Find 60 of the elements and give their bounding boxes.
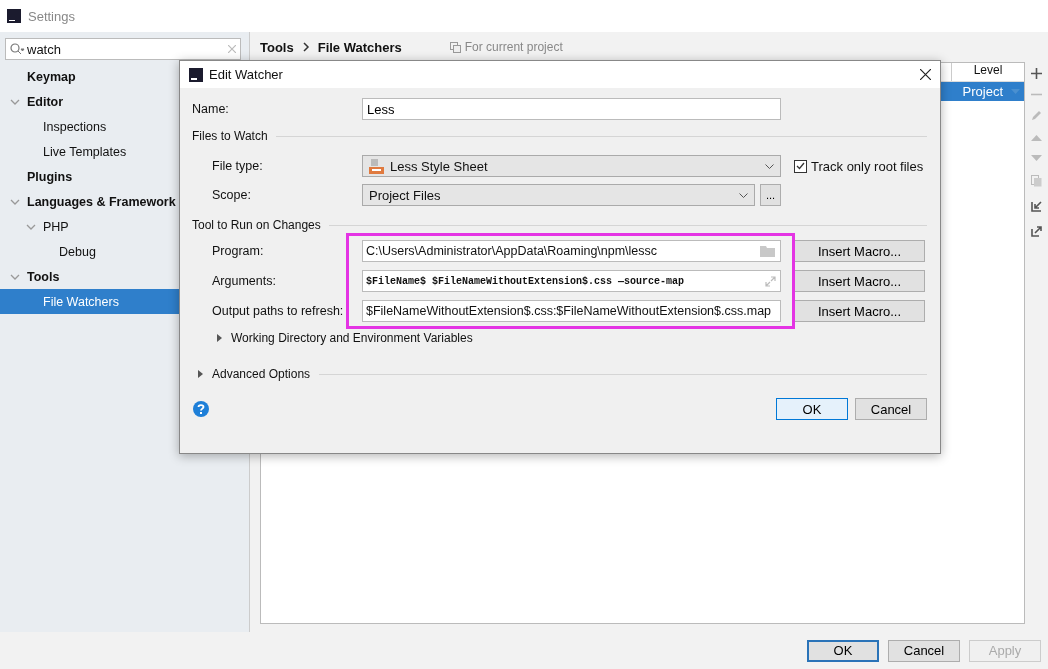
cancel-button[interactable]: Cancel bbox=[888, 639, 960, 662]
chevron-down-icon[interactable] bbox=[10, 274, 20, 280]
expand-icon[interactable] bbox=[765, 275, 776, 287]
checkmark-icon bbox=[796, 162, 805, 170]
insert-macro-button[interactable]: Insert Macro... bbox=[794, 300, 925, 322]
remove-icon[interactable] bbox=[1031, 93, 1042, 96]
track-root-checkbox[interactable]: Track only root files bbox=[794, 158, 924, 174]
chevron-down-icon[interactable] bbox=[10, 99, 20, 105]
name-field[interactable]: Less bbox=[362, 98, 781, 120]
arguments-field[interactable]: $FileName$ $FileNameWithoutExtension$.css —source-map bbox=[362, 270, 781, 292]
add-icon[interactable] bbox=[1031, 68, 1042, 79]
search-icon bbox=[10, 43, 26, 55]
program-field[interactable]: C:\Users\Administrator\AppData\Roaming\npm\lessc bbox=[362, 240, 781, 262]
section-title: Files to Watch bbox=[192, 129, 268, 143]
window-title: Settings bbox=[28, 8, 75, 24]
clear-icon[interactable] bbox=[228, 45, 236, 53]
advanced-options-toggle[interactable]: Advanced Options bbox=[192, 364, 927, 384]
insert-macro-button[interactable]: Insert Macro... bbox=[794, 240, 925, 262]
ok-button[interactable]: OK bbox=[807, 639, 879, 662]
field-label: File type: bbox=[212, 159, 264, 173]
field-label: Scope: bbox=[212, 188, 252, 202]
dialog-title: Edit Watcher bbox=[209, 67, 283, 82]
less-file-icon bbox=[369, 158, 384, 174]
export-icon[interactable] bbox=[1031, 226, 1042, 237]
import-icon[interactable] bbox=[1031, 201, 1042, 212]
search-field[interactable]: watch bbox=[5, 38, 241, 60]
chevron-down-icon[interactable] bbox=[10, 199, 20, 205]
table-row[interactable]: Project bbox=[941, 82, 1024, 101]
move-up-icon[interactable] bbox=[1031, 135, 1042, 141]
scope-note: For current project bbox=[464, 40, 563, 54]
folder-icon[interactable] bbox=[760, 245, 776, 257]
insert-macro-button[interactable]: Insert Macro... bbox=[794, 270, 925, 292]
copy-icon[interactable] bbox=[1031, 175, 1042, 187]
field-label: Program: bbox=[212, 244, 265, 258]
caret-icon bbox=[739, 192, 748, 198]
scope-dropdown[interactable]: Project Files bbox=[362, 184, 755, 206]
field-label: Arguments: bbox=[212, 274, 277, 288]
chevron-right-icon bbox=[301, 42, 310, 52]
table-cell: Project bbox=[962, 84, 1003, 99]
section-title: Tool to Run on Changes bbox=[192, 218, 321, 232]
edit-icon[interactable] bbox=[1031, 110, 1042, 121]
breadcrumb-item: Tools bbox=[260, 39, 294, 55]
browse-button[interactable]: ... bbox=[760, 184, 781, 206]
field-label: Name: bbox=[192, 102, 230, 116]
breadcrumb-item: File Watchers bbox=[317, 39, 402, 55]
dropdown-arrow-icon[interactable] bbox=[1011, 89, 1020, 94]
ok-button[interactable]: OK bbox=[776, 398, 848, 420]
app-logo-icon bbox=[7, 9, 21, 23]
move-down-icon[interactable] bbox=[1031, 155, 1042, 161]
cancel-button[interactable]: Cancel bbox=[855, 398, 927, 420]
chevron-down-icon[interactable] bbox=[26, 224, 36, 230]
copy-icon bbox=[449, 41, 461, 53]
help-icon[interactable] bbox=[193, 401, 209, 417]
working-directory-toggle[interactable]: Working Directory and Environment Variables bbox=[192, 328, 927, 348]
column-header[interactable]: Level bbox=[951, 63, 1024, 81]
close-icon[interactable] bbox=[920, 69, 931, 80]
app-logo-icon bbox=[189, 67, 203, 82]
output-paths-field[interactable]: $FileNameWithoutExtension$.css:$FileNameWithoutExtension$.css.map bbox=[362, 300, 781, 322]
file-type-dropdown[interactable]: Less Style Sheet bbox=[362, 155, 781, 177]
caret-icon bbox=[765, 163, 774, 169]
